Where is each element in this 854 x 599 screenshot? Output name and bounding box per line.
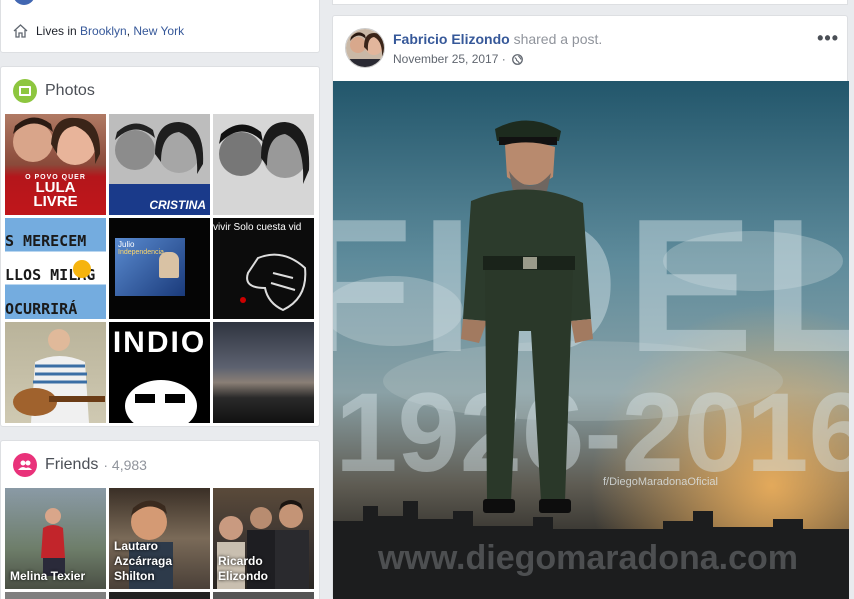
- guitar-player-photo: [13, 329, 105, 423]
- photos-grid: O POVO QUER LULA LIVRE CRISTINA S MERECE…: [5, 114, 314, 423]
- post-date[interactable]: November 25, 2017 ·: [393, 52, 506, 66]
- tile-text-line: OCURRIRÁ: [5, 300, 78, 318]
- face-illustration: [125, 380, 197, 423]
- tile-caption-main-2: LIVRE: [33, 193, 78, 210]
- friend-tile[interactable]: Lautaro Azcárraga Shilton: [109, 488, 210, 589]
- post-options-button[interactable]: •••: [817, 28, 839, 49]
- state-link[interactable]: New York: [133, 24, 184, 38]
- friends-count: · 4,983: [103, 457, 147, 473]
- sun-icon: [73, 260, 91, 278]
- lives-in-row: Lives in Brooklyn, New York: [13, 24, 184, 38]
- intro-card: Lives in Brooklyn, New York: [0, 0, 320, 53]
- post-author-line: Fabricio Elizondo shared a post.: [393, 31, 602, 47]
- photo-tile[interactable]: S MERECEM LLOS MILAG OCURRIRÁ: [5, 218, 106, 319]
- home-icon: [13, 24, 28, 38]
- friends-header[interactable]: Friends · 4,983: [13, 453, 147, 477]
- photos-title: Photos: [45, 82, 95, 99]
- post-card: Fabricio Elizondo shared a post. Novembe…: [332, 15, 849, 599]
- post-image[interactable]: FIDEL 1926-2016 f/DiegoMaradonaOficial w…: [333, 81, 849, 599]
- post-meta: November 25, 2017 ·: [393, 52, 523, 66]
- friend-tile[interactable]: Ricardo Elizondo: [213, 488, 314, 589]
- friend-tile[interactable]: Melina Texier: [5, 488, 106, 589]
- previous-post-edge: [332, 0, 848, 5]
- city-link[interactable]: Brooklyn: [80, 24, 127, 38]
- poster-footer: www.diegomaradona.com: [377, 539, 798, 577]
- author-avatar[interactable]: [345, 28, 385, 68]
- poster-watermark: f/DiegoMaradonaOficial: [603, 476, 718, 488]
- friends-card: Friends · 4,983 Melina Texier Lautaro Az…: [0, 440, 320, 599]
- photo-tile[interactable]: O POVO QUER LULA LIVRE: [5, 114, 106, 215]
- photo-tile[interactable]: [213, 114, 314, 215]
- post-action: shared a post.: [513, 31, 603, 47]
- photo-tile[interactable]: CRISTINA: [109, 114, 210, 215]
- tile-text-line: Julio: [118, 240, 135, 249]
- profile-section-icon: [13, 0, 35, 5]
- tile-caption: CRISTINA: [149, 198, 206, 212]
- photos-icon: [13, 79, 37, 103]
- friends-grid: Melina Texier Lautaro Azcárraga Shilton …: [5, 488, 314, 599]
- tile-text-line: S MERECEM: [5, 232, 87, 250]
- friends-icon: [13, 453, 37, 477]
- friend-name[interactable]: Ricardo Elizondo: [218, 554, 310, 584]
- poster-years: 1926-2016: [335, 370, 849, 495]
- photo-tile[interactable]: [5, 322, 106, 423]
- friend-tile[interactable]: [109, 592, 210, 599]
- sketch-illustration: [240, 253, 307, 312]
- friend-name[interactable]: Lautaro Azcárraga Shilton: [114, 539, 206, 584]
- photo-tile[interactable]: [213, 322, 314, 423]
- friend-name[interactable]: Melina Texier: [10, 569, 102, 584]
- fidel-poster: FIDEL 1926-2016 f/DiegoMaradonaOficial w…: [333, 81, 849, 599]
- poster-big-word: FIDEL: [333, 180, 849, 392]
- globe-icon[interactable]: [511, 53, 523, 65]
- photo-tile[interactable]: vivir Solo cuesta vid: [213, 218, 314, 319]
- photo-tile[interactable]: INDIO: [109, 322, 210, 423]
- lives-in-label: Lives in: [36, 24, 77, 38]
- photos-card: Photos O POVO QUER LULA LIVRE CRISTINA S…: [0, 66, 320, 427]
- friend-tile[interactable]: [5, 592, 106, 599]
- photo-tile[interactable]: Julio Independencia: [109, 218, 210, 319]
- photos-header[interactable]: Photos: [13, 79, 95, 103]
- friend-tile[interactable]: [213, 592, 314, 599]
- friends-title: Friends: [45, 456, 99, 473]
- selfie-photo: [213, 114, 314, 215]
- author-name-link[interactable]: Fabricio Elizondo: [393, 31, 510, 47]
